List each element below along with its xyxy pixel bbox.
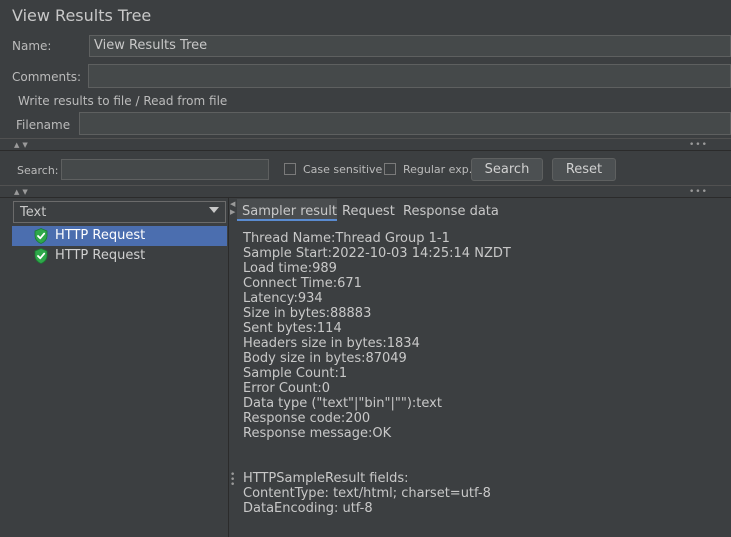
filename-field[interactable]: [79, 112, 731, 135]
divider: [0, 185, 731, 186]
tree-item-label: HTTP Request: [55, 228, 146, 243]
up-down-arrows-icon[interactable]: ▲▼: [14, 141, 31, 149]
result-line: ContentType: text/html; charset=utf-8: [243, 486, 491, 501]
result-line: Sample Start:2022-10-03 14:25:14 NZDT: [243, 246, 511, 261]
result-line: Latency:934: [243, 291, 323, 306]
tab-sampler-result[interactable]: Sampler result: [237, 199, 337, 221]
green-shield-check-icon: [34, 248, 48, 264]
regular-exp-checkbox[interactable]: [384, 163, 396, 175]
result-line: Load time:989: [243, 261, 337, 276]
renderer-select-value: Text: [20, 205, 47, 220]
vertical-ellipsis-icon[interactable]: • • •: [230, 471, 235, 490]
write-results-label: Write results to file / Read from file: [18, 94, 228, 108]
tree-item-label: HTTP Request: [55, 248, 146, 263]
divider: [0, 138, 731, 139]
result-line: HTTPSampleResult fields:: [243, 471, 409, 486]
chevron-down-icon[interactable]: [209, 207, 219, 213]
name-field[interactable]: View Results Tree: [89, 35, 731, 57]
ellipsis-icon[interactable]: •••: [689, 140, 708, 150]
sampler-result-panel: Thread Name:Thread Group 1-1 Sample Star…: [237, 224, 731, 537]
result-line: Size in bytes:88883: [243, 306, 372, 321]
result-line: [243, 441, 511, 456]
result-line: Sample Count:1: [243, 366, 348, 381]
result-line: Data type ("text"|"bin"|""):text: [243, 396, 442, 411]
search-button[interactable]: Search: [471, 158, 543, 181]
result-line: Body size in bytes:87049: [243, 351, 407, 366]
tab-response-data[interactable]: Response data: [403, 204, 499, 219]
result-line: [243, 456, 511, 471]
case-sensitive-label: Case sensitive: [303, 163, 383, 176]
tab-request[interactable]: Request: [342, 204, 395, 219]
page-title: View Results Tree: [12, 6, 152, 25]
search-label: Search:: [17, 164, 59, 177]
results-tree-panel: Text HTTP Request HTTP Request: [0, 198, 229, 537]
up-down-arrows-icon[interactable]: ▲▼: [14, 188, 31, 196]
regular-exp-label: Regular exp.: [403, 163, 473, 176]
case-sensitive-checkbox[interactable]: [284, 163, 296, 175]
filename-label: Filename: [16, 118, 71, 132]
divider: [0, 150, 731, 151]
vertical-divider: [228, 198, 229, 537]
result-line: Response message:OK: [243, 426, 392, 441]
tree-item-http-request-1[interactable]: HTTP Request: [12, 226, 227, 246]
search-input[interactable]: [61, 159, 269, 180]
result-line: Response code:200: [243, 411, 371, 426]
result-line: Headers size in bytes:1834: [243, 336, 420, 351]
left-right-arrows-icon[interactable]: ◀ ▶: [230, 200, 235, 216]
tree-item-http-request-2[interactable]: HTTP Request: [12, 246, 227, 266]
result-line: Sent bytes:114: [243, 321, 342, 336]
name-label: Name:: [12, 39, 52, 53]
comments-label: Comments:: [12, 70, 82, 84]
result-line: Connect Time:671: [243, 276, 362, 291]
sampler-result-text[interactable]: Thread Name:Thread Group 1-1 Sample Star…: [243, 231, 511, 516]
renderer-select[interactable]: Text: [13, 201, 226, 223]
result-line: DataEncoding: utf-8: [243, 501, 373, 516]
result-line: Error Count:0: [243, 381, 331, 396]
result-line: Thread Name:Thread Group 1-1: [243, 231, 450, 246]
reset-button[interactable]: Reset: [552, 158, 616, 181]
comments-field[interactable]: [88, 64, 731, 88]
ellipsis-icon[interactable]: •••: [689, 187, 708, 197]
green-shield-check-icon: [34, 228, 48, 244]
